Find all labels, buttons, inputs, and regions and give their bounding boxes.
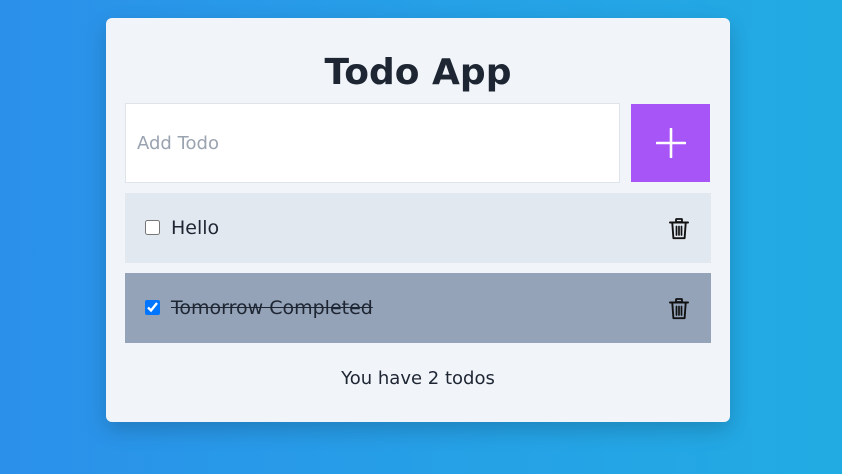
todo-text: Tomorrow Completed xyxy=(171,297,373,319)
trash-icon xyxy=(669,218,689,240)
add-todo-input[interactable] xyxy=(125,103,620,183)
todo-card: Todo App Hello xyxy=(106,18,730,422)
add-todo-form xyxy=(125,103,710,183)
todo-text: Hello xyxy=(171,217,220,239)
page-title: Todo App xyxy=(324,52,512,93)
delete-todo-button[interactable] xyxy=(665,295,693,323)
todo-checkbox[interactable] xyxy=(145,220,160,235)
trash-icon xyxy=(669,298,689,320)
todo-item: Hello xyxy=(125,193,711,263)
plus-icon xyxy=(655,128,686,158)
todo-checkbox[interactable] xyxy=(145,300,160,315)
todo-item: Tomorrow Completed xyxy=(125,273,711,343)
delete-todo-button[interactable] xyxy=(665,215,693,243)
todo-count: You have 2 todos xyxy=(341,368,495,389)
add-todo-button[interactable] xyxy=(631,104,710,182)
